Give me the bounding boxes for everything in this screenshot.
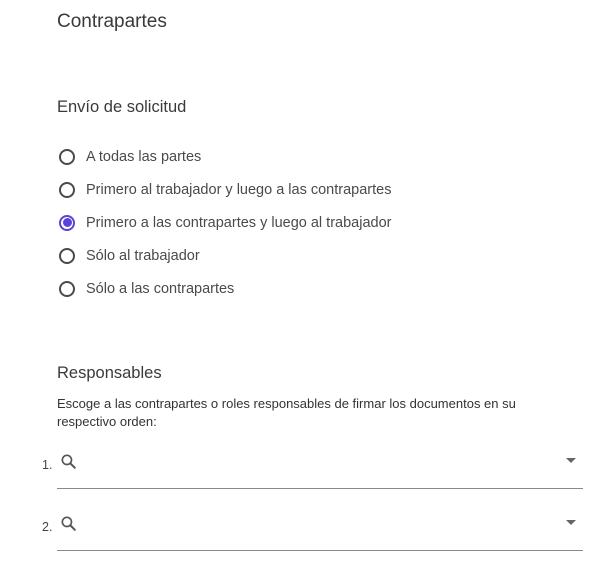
responsable-picker[interactable] bbox=[57, 446, 583, 489]
radio-unchecked-icon[interactable] bbox=[59, 181, 75, 198]
responsables-description: Escoge a las contrapartes o roles respon… bbox=[57, 396, 516, 429]
radio-unchecked-icon[interactable] bbox=[59, 247, 75, 264]
search-icon bbox=[61, 516, 76, 531]
page-title: Contrapartes bbox=[57, 11, 167, 32]
picker-order-number: 2. bbox=[42, 520, 53, 534]
picker-order-number: 1. bbox=[42, 458, 53, 472]
envio-section-title: Envío de solicitud bbox=[57, 98, 187, 116]
radio-option-label: A todas las partes bbox=[86, 148, 202, 165]
radio-unchecked-icon[interactable] bbox=[59, 148, 75, 165]
chevron-down-icon[interactable] bbox=[566, 458, 576, 463]
radio-option-solo-contrapartes[interactable]: Sólo a las contrapartes bbox=[59, 272, 579, 305]
radio-option-trabajador-primero[interactable]: Primero al trabajador y luego a las cont… bbox=[59, 173, 579, 206]
responsable-search-input[interactable] bbox=[85, 450, 549, 476]
responsable-picker[interactable] bbox=[57, 508, 583, 551]
responsable-picker-row: 2. bbox=[38, 508, 583, 552]
responsable-search-input[interactable] bbox=[85, 512, 549, 538]
radio-option-label: Primero al trabajador y luego a las cont… bbox=[86, 181, 392, 198]
responsables-section-title: Responsables bbox=[57, 364, 162, 382]
radio-checked-icon[interactable] bbox=[59, 214, 75, 231]
radio-option-label: Sólo al trabajador bbox=[86, 247, 200, 264]
radio-unchecked-icon[interactable] bbox=[59, 280, 75, 297]
radio-option-label: Primero a las contrapartes y luego al tr… bbox=[86, 214, 392, 231]
radio-option-contrapartes-primero[interactable]: Primero a las contrapartes y luego al tr… bbox=[59, 206, 579, 239]
responsable-picker-row: 1. bbox=[38, 446, 583, 490]
search-icon bbox=[61, 454, 76, 469]
radio-option-todas[interactable]: A todas las partes bbox=[59, 140, 579, 173]
radio-option-label: Sólo a las contrapartes bbox=[86, 280, 235, 297]
radio-option-solo-trabajador[interactable]: Sólo al trabajador bbox=[59, 239, 579, 272]
chevron-down-icon[interactable] bbox=[566, 520, 576, 525]
envio-radio-group: A todas las partes Primero al trabajador… bbox=[59, 140, 579, 305]
